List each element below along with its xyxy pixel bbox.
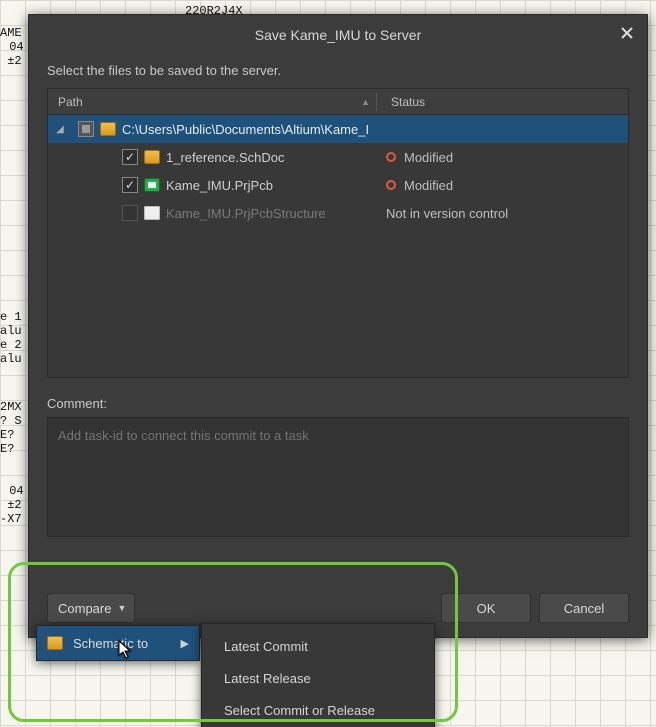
- status-modified-icon: [386, 180, 396, 190]
- status-text: Modified: [404, 178, 453, 193]
- background-text: alu: [0, 324, 22, 338]
- file-checkbox: [122, 205, 138, 221]
- file-row-path: Kame_IMU.PrjPcbStructure: [48, 205, 386, 221]
- tree-header[interactable]: Path ▲ Status: [48, 89, 628, 115]
- background-text: 04: [2, 40, 24, 54]
- status-text: Not in version control: [386, 206, 508, 221]
- file-name: Kame_IMU.PrjPcb: [166, 178, 273, 193]
- file-row-status: Modified: [386, 178, 628, 193]
- file-row[interactable]: 1_reference.SchDoc Modified: [48, 143, 628, 171]
- column-path[interactable]: Path ▲: [48, 95, 376, 109]
- close-button[interactable]: [617, 23, 637, 43]
- submenu-item[interactable]: Select Commit or Release: [202, 694, 434, 726]
- ok-button[interactable]: OK: [441, 593, 531, 623]
- chevron-down-icon: ▼: [117, 603, 126, 613]
- background-text: 04: [2, 484, 24, 498]
- file-checkbox[interactable]: [122, 177, 138, 193]
- mouse-cursor: [118, 640, 134, 660]
- instruction-text: Select the files to be saved to the serv…: [47, 63, 629, 78]
- background-text: e 1: [0, 310, 22, 324]
- status-text: Modified: [404, 150, 453, 165]
- background-text: AME: [0, 26, 22, 40]
- file-name: Kame_IMU.PrjPcbStructure: [166, 206, 326, 221]
- doc-icon: [144, 206, 160, 220]
- file-checkbox[interactable]: [122, 149, 138, 165]
- file-row[interactable]: ◢ C:\Users\Public\Documents\Altium\Kame_I: [48, 115, 628, 143]
- background-text: ±2: [0, 54, 22, 68]
- folder-icon: [100, 122, 116, 136]
- dialog-titlebar: Save Kame_IMU to Server: [29, 15, 647, 55]
- sort-asc-icon: ▲: [361, 97, 370, 107]
- submenu-item[interactable]: Latest Release: [202, 662, 434, 694]
- close-icon: [620, 26, 634, 40]
- background-text: -X7: [0, 512, 22, 526]
- schdoc-icon: [144, 150, 160, 164]
- background-text: E?: [0, 442, 14, 456]
- file-name: 1_reference.SchDoc: [166, 150, 285, 165]
- background-text: E?: [0, 428, 14, 442]
- file-row-status: Modified: [386, 150, 628, 165]
- background-text: 2MX: [0, 400, 22, 414]
- submenu-item[interactable]: Latest Commit: [202, 630, 434, 662]
- chevron-right-icon: ▶: [181, 637, 189, 650]
- file-name: C:\Users\Public\Documents\Altium\Kame_I: [122, 122, 369, 137]
- dialog-title: Save Kame_IMU to Server: [255, 27, 422, 43]
- compare-submenu: Latest CommitLatest ReleaseSelect Commit…: [201, 623, 435, 727]
- comment-label: Comment:: [47, 396, 629, 411]
- column-separator[interactable]: [376, 93, 377, 111]
- background-text: ±2: [0, 498, 22, 512]
- compare-button[interactable]: Compare ▼: [47, 593, 135, 623]
- file-row-status: Not in version control: [386, 206, 628, 221]
- file-row-path: ◢ C:\Users\Public\Documents\Altium\Kame_I: [48, 121, 386, 137]
- file-tree: Path ▲ Status ◢ C:\Users\Public\Documents…: [47, 88, 629, 378]
- prjpcb-icon: [144, 178, 160, 192]
- status-modified-icon: [386, 152, 396, 162]
- column-status[interactable]: Status: [387, 95, 628, 109]
- background-text: e 2: [0, 338, 22, 352]
- file-checkbox[interactable]: [78, 121, 94, 137]
- save-to-server-dialog: Save Kame_IMU to Server Select the files…: [28, 14, 648, 638]
- schematic-icon: [47, 636, 63, 650]
- file-row[interactable]: Kame_IMU.PrjPcbStructure Not in version c…: [48, 199, 628, 227]
- cancel-button[interactable]: Cancel: [539, 593, 629, 623]
- file-row-path: 1_reference.SchDoc: [48, 149, 386, 165]
- file-row[interactable]: Kame_IMU.PrjPcb Modified: [48, 171, 628, 199]
- background-text: alu: [0, 352, 22, 366]
- file-row-path: Kame_IMU.PrjPcb: [48, 177, 386, 193]
- expander-icon[interactable]: ◢: [54, 124, 66, 135]
- comment-input[interactable]: [47, 417, 629, 537]
- dialog-footer: Compare ▼ OK Cancel: [47, 581, 629, 623]
- background-text: ? S: [0, 414, 22, 428]
